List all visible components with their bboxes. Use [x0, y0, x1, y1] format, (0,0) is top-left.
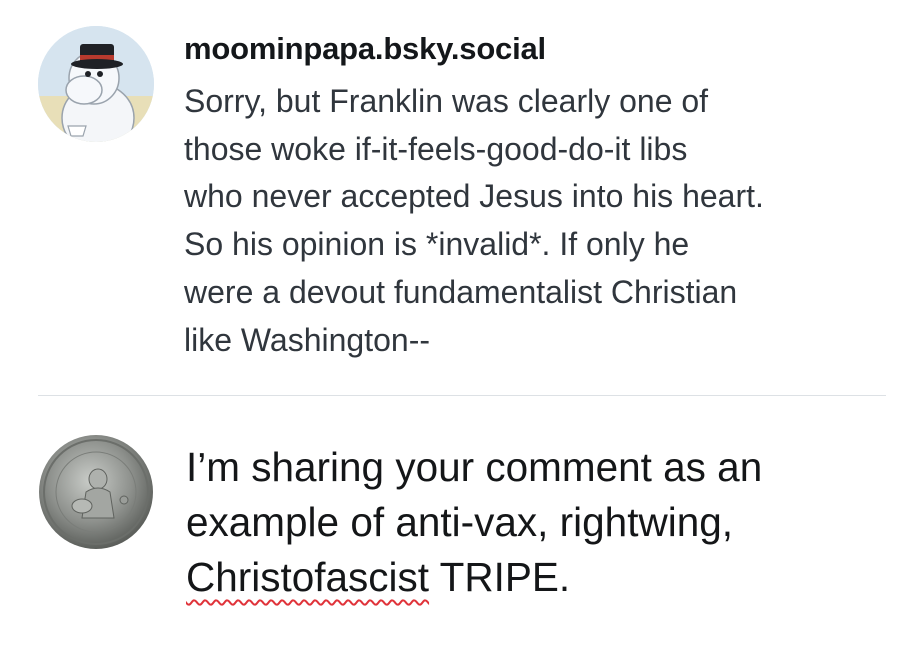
post-text-line: like Washington-- — [184, 321, 431, 358]
spellcheck-flagged-word[interactable]: Christofascist — [186, 554, 429, 600]
reply-post-text: Sorry, but Franklin was clearly one of t… — [184, 78, 884, 364]
post-text-line: who never accepted Jesus into his heart. — [184, 178, 764, 215]
post-text-line: were a devout fundamentalist Christian — [184, 273, 738, 310]
compose-text-fragment: TRIPE. — [429, 554, 571, 600]
post-text-line: those woke if-it-feels-good-do-it libs — [184, 130, 688, 167]
moomin-avatar-icon[interactable] — [38, 26, 154, 142]
post-text-line: So his opinion is *invalid*. If only he — [184, 226, 690, 263]
author-handle[interactable]: moominpapa.bsky.social — [184, 31, 546, 67]
quarter-coin-avatar-icon[interactable] — [38, 434, 154, 550]
post-text-line: Sorry, but Franklin was clearly one of — [184, 83, 709, 119]
compose-text-line: I’m sharing your comment as an — [186, 444, 763, 490]
compose-text-input[interactable]: I’m sharing your comment as an example o… — [186, 440, 896, 605]
compose-text-line: example of anti-vax, rightwing, — [186, 499, 734, 545]
reply-to-post: moominpapa.bsky.social Sorry, but Frankl… — [0, 0, 922, 396]
compose-text-line: Christofascist TRIPE. — [186, 550, 896, 605]
